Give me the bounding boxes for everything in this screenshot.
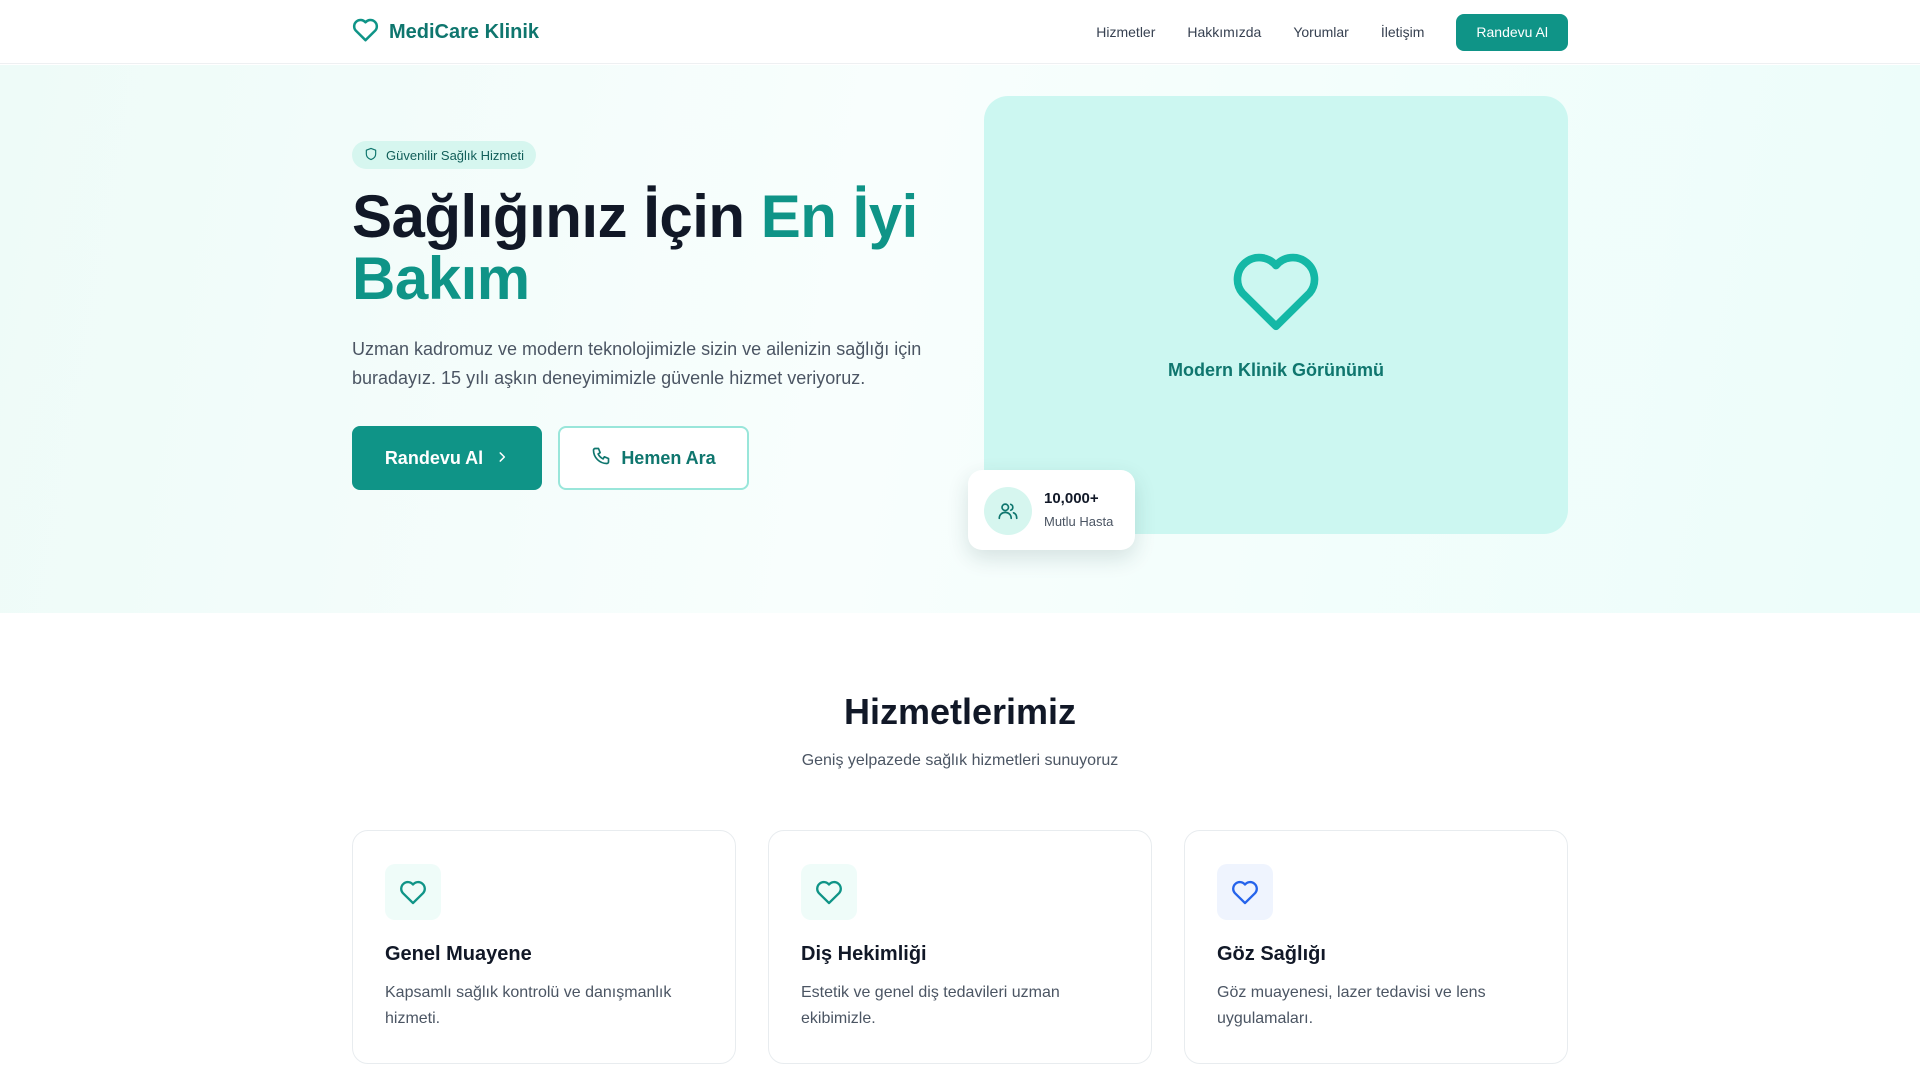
nav-link-iletisim[interactable]: İletişim	[1381, 24, 1425, 40]
service-card-eye[interactable]: Göz Sağlığı Göz muayenesi, lazer tedavis…	[1184, 830, 1568, 1064]
call-now-button[interactable]: Hemen Ara	[558, 426, 749, 490]
clinic-image-label: Modern Klinik Görünümü	[1168, 360, 1384, 380]
brand-name: MediCare Klinik	[389, 20, 540, 43]
happy-patients-card: 10,000+ Mutlu Hasta	[968, 470, 1135, 550]
hero-appointment-label: Randevu Al	[384, 447, 484, 468]
nav-link-hizmetler[interactable]: Hizmetler	[1096, 24, 1155, 40]
top-navbar: MediCare Klinik Hizmetler Hakkımızda Yor…	[0, 0, 1920, 64]
heart-icon	[801, 864, 857, 920]
hero-description: Uzman kadromuz ve modern teknolojimizle …	[352, 339, 922, 388]
service-description: Kapsamlı sağlık kontrolü ve danışmanlık …	[385, 984, 672, 1027]
patients-label: Mutlu Hasta	[1044, 514, 1114, 529]
hero-section	[0, 65, 1920, 613]
services-title: Hizmetlerimiz	[843, 691, 1077, 732]
heart-icon	[385, 864, 441, 920]
nav-appointment-button[interactable]: Randevu Al	[1456, 13, 1568, 51]
service-title: Genel Muayene	[385, 943, 532, 965]
clinic-image-placeholder: Modern Klinik Görünümü	[984, 96, 1568, 534]
trust-badge-text: Güvenilir Sağlık Hizmeti	[386, 147, 524, 163]
chevron-right-icon	[495, 448, 509, 469]
service-card-general[interactable]: Genel Muayene Kapsamlı sağlık kontrolü v…	[352, 830, 736, 1064]
phone-icon	[591, 446, 611, 471]
service-card-dental[interactable]: Diş Hekimliği Estetik ve genel diş tedav…	[768, 830, 1152, 1064]
main-nav: Hizmetler Hakkımızda Yorumlar İletişim R…	[1096, 13, 1568, 51]
heart-icon	[1230, 248, 1322, 337]
services-grid: Genel Muayene Kapsamlı sağlık kontrolü v…	[352, 830, 1568, 1064]
nav-link-yorumlar[interactable]: Yorumlar	[1293, 24, 1349, 40]
trust-badge: Güvenilir Sağlık Hizmeti	[352, 141, 536, 169]
heart-icon	[1217, 864, 1273, 920]
service-title: Diş Hekimliği	[801, 943, 927, 965]
call-now-label: Hemen Ara	[621, 447, 716, 468]
heart-icon	[352, 17, 379, 47]
patients-count: 10,000+	[1044, 490, 1099, 507]
brand-logo[interactable]: MediCare Klinik	[352, 17, 539, 47]
hero-appointment-button[interactable]: Randevu Al	[352, 426, 542, 490]
users-icon	[984, 487, 1032, 535]
service-description: Estetik ve genel diş tedavileri uzman ek…	[801, 984, 1060, 1027]
hero-headline: Sağlığınız İçin En İyi Bakım	[352, 186, 952, 310]
services-subtitle: Geniş yelpazede sağlık hizmetleri sunuyo…	[801, 752, 1119, 769]
headline-main: Sağlığınız İçin	[352, 183, 761, 250]
nav-link-hakkimizda[interactable]: Hakkımızda	[1187, 24, 1261, 40]
shield-icon	[364, 147, 378, 164]
service-title: Göz Sağlığı	[1217, 943, 1326, 965]
service-description: Göz muayenesi, lazer tedavisi ve lens uy…	[1217, 984, 1486, 1027]
